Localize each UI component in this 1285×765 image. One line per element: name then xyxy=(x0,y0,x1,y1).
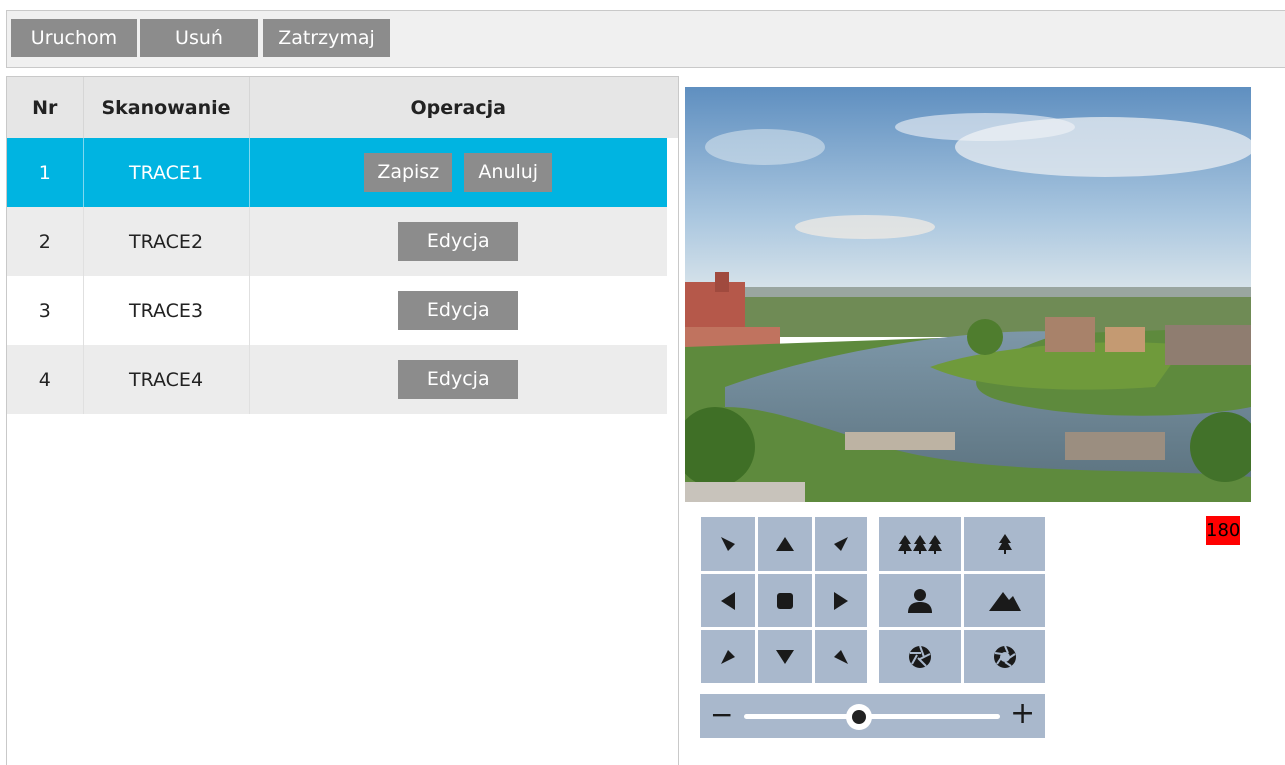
ptz-left-button[interactable] xyxy=(701,574,755,627)
ptz-up-right-button[interactable] xyxy=(815,517,867,571)
toolbar: Uruchom Usuń Zatrzymaj xyxy=(6,10,1285,68)
stop-button[interactable]: Zatrzymaj xyxy=(263,19,390,57)
zoom-slider-track[interactable] xyxy=(744,714,1000,719)
arrow-up-left-icon xyxy=(721,537,735,551)
focus-far-icon xyxy=(988,591,1021,611)
iris-close-button[interactable] xyxy=(879,630,961,683)
zoom-wide-button[interactable] xyxy=(879,517,961,571)
iris-close-icon xyxy=(909,645,931,668)
table-header-row: Nr Skanowanie Operacja xyxy=(7,77,667,138)
arrow-down-left-icon xyxy=(721,649,735,664)
table-row[interactable]: 3 TRACE3 Edycja xyxy=(7,276,667,345)
table-row[interactable]: 2 TRACE2 Edycja xyxy=(7,207,667,276)
ptz-stop-button[interactable] xyxy=(758,574,812,627)
row-scan-name: TRACE2 xyxy=(83,207,250,276)
focus-far-button[interactable] xyxy=(964,574,1045,627)
iris-open-button[interactable] xyxy=(964,630,1045,683)
row-operations: Edycja xyxy=(249,345,667,414)
table-row[interactable]: 4 TRACE4 Edycja xyxy=(7,345,667,414)
ptz-speed-badge: 180 xyxy=(1206,516,1240,545)
zoom-out-icon[interactable]: − xyxy=(710,698,733,732)
ptz-down-button[interactable] xyxy=(758,630,812,683)
row-scan-name: TRACE3 xyxy=(83,276,250,345)
trace-table: Nr Skanowanie Operacja 1 TRACE1 Zapisz An… xyxy=(7,77,667,414)
row-scan-name: TRACE4 xyxy=(83,345,250,414)
arrow-down-right-icon xyxy=(834,649,848,664)
save-button[interactable]: Zapisz xyxy=(364,153,453,192)
ptz-down-right-button[interactable] xyxy=(815,630,867,683)
column-header-nr: Nr xyxy=(7,77,84,138)
row-number: 3 xyxy=(7,276,84,345)
row-number: 2 xyxy=(7,207,84,276)
edit-button[interactable]: Edycja xyxy=(398,291,519,330)
table-header-filler xyxy=(667,77,678,138)
row-operations: Edycja xyxy=(249,276,667,345)
edit-button[interactable]: Edycja xyxy=(398,222,519,261)
delete-button[interactable]: Usuń xyxy=(140,19,258,57)
row-number: 4 xyxy=(7,345,84,414)
column-header-operation: Operacja xyxy=(249,77,667,138)
camera-live-view[interactable] xyxy=(685,87,1251,502)
cancel-button[interactable]: Anuluj xyxy=(464,153,553,192)
arrow-up-right-icon xyxy=(834,537,848,551)
zoom-tele-button[interactable] xyxy=(964,517,1045,571)
stop-square-icon xyxy=(777,592,793,609)
iris-open-icon xyxy=(993,645,1016,668)
start-button[interactable]: Uruchom xyxy=(11,19,137,57)
focus-near-button[interactable] xyxy=(879,574,961,627)
row-operations: Edycja xyxy=(249,207,667,276)
camera-image xyxy=(685,87,1251,502)
ptz-right-button[interactable] xyxy=(815,574,867,627)
arrow-down-icon xyxy=(776,649,794,664)
zoom-tele-icon xyxy=(997,534,1012,554)
slider-knob-dot xyxy=(852,710,866,724)
zoom-in-icon[interactable]: + xyxy=(1010,697,1035,731)
focus-near-icon xyxy=(908,588,932,613)
zoom-slider-thumb[interactable] xyxy=(846,704,872,730)
row-scan-name: TRACE1 xyxy=(83,138,250,207)
arrow-left-icon xyxy=(721,591,735,610)
arrow-up-icon xyxy=(776,537,794,551)
zoom-slider-bar: − + xyxy=(700,694,1045,738)
column-header-scan: Skanowanie xyxy=(83,77,250,138)
ptz-up-left-button[interactable] xyxy=(701,517,755,571)
ptz-down-left-button[interactable] xyxy=(701,630,755,683)
row-operations: Zapisz Anuluj xyxy=(249,138,667,207)
arrow-right-icon xyxy=(834,591,848,610)
table-row-selected[interactable]: 1 TRACE1 Zapisz Anuluj xyxy=(7,138,667,207)
ptz-up-button[interactable] xyxy=(758,517,812,571)
trace-list-panel: Nr Skanowanie Operacja 1 TRACE1 Zapisz An… xyxy=(6,76,679,765)
edit-button[interactable]: Edycja xyxy=(398,360,519,399)
zoom-wide-icon xyxy=(898,535,942,554)
row-number: 1 xyxy=(7,138,84,207)
